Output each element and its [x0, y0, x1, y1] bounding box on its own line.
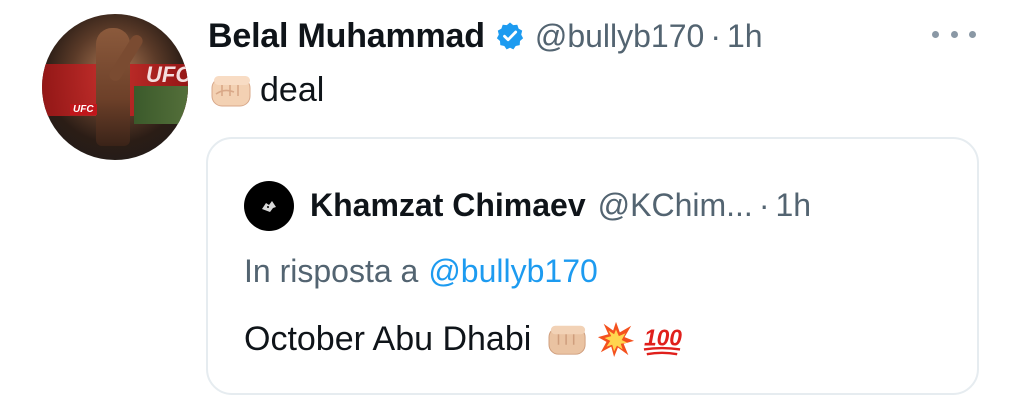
avatar-banner-right	[134, 86, 188, 124]
tweet-timestamp[interactable]: 1h	[727, 18, 763, 55]
more-dot	[950, 30, 958, 38]
quoted-tweet[interactable]: Khamzat Chimaev @KChim... · 1h In rispos…	[206, 137, 979, 395]
quoted-text: October Abu Dhabi 100	[244, 315, 683, 363]
reply-context: In risposta a @bullyb170	[244, 249, 598, 293]
collision-icon	[598, 321, 635, 358]
separator: ·	[710, 17, 721, 54]
reply-mention-link[interactable]: @bullyb170	[428, 253, 597, 290]
more-dot	[969, 30, 976, 38]
avatar-logo: UFC	[146, 62, 188, 87]
avatar-logo-small: UFC	[70, 104, 97, 115]
more-dot	[932, 30, 939, 38]
quoted-author-handle[interactable]: @KChim...	[598, 187, 753, 224]
oncoming-fist-icon	[208, 70, 256, 110]
reply-prefix: In risposta a	[244, 252, 419, 289]
avatar-figure	[96, 28, 130, 146]
tweet-body: deal	[260, 70, 325, 109]
more-options-icon[interactable]	[932, 22, 976, 46]
quoted-author-name[interactable]: Khamzat Chimaev	[310, 187, 586, 224]
svg-text:100: 100	[644, 325, 682, 351]
separator: ·	[758, 186, 770, 223]
tweet[interactable]: UFC UFC Belal Muhammad @bullyb170 · 1h d…	[0, 0, 1024, 412]
quoted-header: Khamzat Chimaev @KChim... · 1h	[310, 181, 811, 229]
quoted-body: October Abu Dhabi	[244, 319, 532, 358]
quoted-author-avatar[interactable]	[244, 181, 294, 231]
author-avatar[interactable]: UFC UFC	[42, 14, 188, 160]
author-name[interactable]: Belal Muhammad	[208, 17, 485, 56]
quoted-emojis: 100	[545, 320, 683, 358]
hundred-points-icon: 100	[644, 325, 683, 356]
quoted-timestamp[interactable]: 1h	[775, 187, 811, 224]
oncoming-fist-icon	[548, 325, 586, 355]
verified-badge-icon	[495, 21, 525, 51]
author-handle[interactable]: @bullyb170	[535, 18, 704, 55]
tweet-text: deal	[208, 68, 324, 112]
author-header: Belal Muhammad @bullyb170 · 1h	[208, 14, 763, 58]
wolf-logo-icon	[262, 201, 276, 212]
